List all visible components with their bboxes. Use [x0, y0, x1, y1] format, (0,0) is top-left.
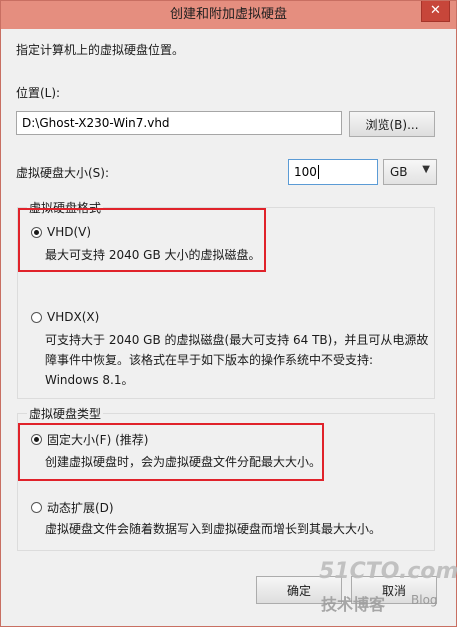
radio-vhdx[interactable]: VHDX(X): [31, 310, 99, 324]
watermark-sub: 技术博客: [321, 595, 386, 614]
dynamic-description: 虚拟硬盘文件会随着数据写入到虚拟硬盘而增长到其最大大小。: [45, 519, 381, 539]
highlight-vhd: [18, 208, 266, 272]
size-unit-value: GB: [390, 165, 408, 179]
location-input[interactable]: D:\Ghost-X230-Win7.vhd: [16, 111, 342, 135]
intro-text: 指定计算机上的虚拟硬盘位置。: [16, 43, 185, 57]
dialog-window: 创建和附加虚拟硬盘 ✕ 指定计算机上的虚拟硬盘位置。 位置(L): D:\Gho…: [0, 0, 457, 627]
text-caret: [317, 165, 319, 179]
highlight-fixed-size: [18, 423, 324, 481]
title-bar[interactable]: 创建和附加虚拟硬盘 ✕: [1, 1, 456, 29]
close-icon: ✕: [430, 3, 441, 18]
window-title: 创建和附加虚拟硬盘: [169, 7, 287, 22]
radio-dynamic[interactable]: 动态扩展(D): [31, 499, 114, 516]
location-label: 位置(L):: [16, 86, 61, 100]
watermark-site: 51CTO.com: [319, 559, 457, 584]
chevron-down-icon: ▼: [422, 164, 430, 175]
vhdx-description: 可支持大于 2040 GB 的虚拟磁盘(最大可支持 64 TB)，并且可从电源故…: [45, 330, 428, 390]
size-input[interactable]: 100: [288, 159, 378, 185]
vhdx-desc-line: 可支持大于 2040 GB 的虚拟磁盘(最大可支持 64 TB)，并且可从电源故: [45, 333, 429, 347]
browse-button[interactable]: 浏览(B)...: [349, 111, 435, 137]
radio-dynamic-label: 动态扩展(D): [47, 501, 114, 515]
size-label: 虚拟硬盘大小(S):: [16, 166, 110, 180]
watermark-blog: Blog: [411, 593, 438, 607]
close-button[interactable]: ✕: [421, 1, 450, 22]
size-unit-select[interactable]: GB ▼: [383, 159, 437, 185]
type-group-legend: 虚拟硬盘类型: [27, 405, 104, 422]
vhdx-desc-line: Windows 8.1。: [45, 373, 134, 387]
vhdx-desc-line: 障事件中恢复。该格式在早于如下版本的操作系统中不受支持:: [45, 353, 374, 367]
size-input-value: 100: [294, 165, 317, 179]
radio-vhdx-label: VHDX(X): [47, 310, 100, 324]
radio-unchecked-icon: [31, 311, 42, 323]
dynamic-desc-line: 虚拟硬盘文件会随着数据写入到虚拟硬盘而增长到其最大大小。: [45, 522, 382, 536]
radio-unchecked-icon: [31, 502, 42, 513]
